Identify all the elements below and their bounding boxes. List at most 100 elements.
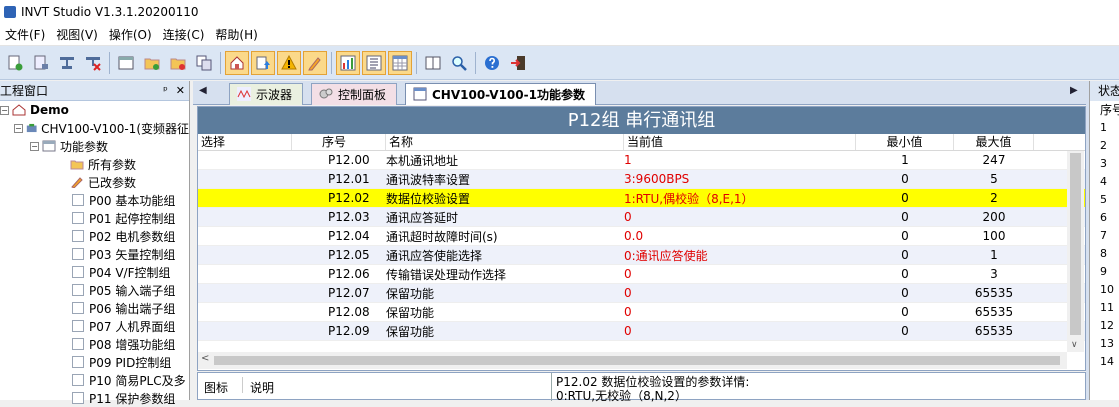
tree-item-label: P09 PID控制组 bbox=[89, 355, 172, 370]
row-value[interactable]: 0.0 bbox=[624, 229, 856, 243]
collapse-icon[interactable]: − bbox=[0, 105, 9, 115]
chart-button[interactable] bbox=[336, 50, 360, 75]
window-icon bbox=[118, 56, 134, 69]
detail-panel: 图标 说明 P12.02 数据位校验设置的参数详情: 0:RTU,无校验（8,N… bbox=[197, 372, 1086, 403]
edit-button[interactable] bbox=[303, 50, 327, 75]
upload-button[interactable] bbox=[251, 50, 275, 75]
row-min: 0 bbox=[901, 305, 909, 319]
row-value[interactable]: 0 bbox=[624, 286, 856, 300]
add-folder-button[interactable] bbox=[140, 51, 164, 75]
tab-oscilloscope[interactable]: 示波器 bbox=[229, 83, 304, 105]
table-row[interactable]: P12.04 通讯超时故障时间(s) 0.0 0 100 bbox=[198, 227, 1085, 246]
collapse-icon[interactable]: − bbox=[30, 141, 39, 151]
row-value[interactable]: 0 bbox=[624, 305, 856, 319]
warning-button[interactable] bbox=[277, 50, 301, 75]
tree-item-group[interactable]: P08 增强功能组 bbox=[0, 335, 189, 353]
disconnect-button[interactable] bbox=[81, 51, 105, 75]
tree-item-label: 所有参数 bbox=[88, 157, 137, 172]
row-value[interactable]: 1 bbox=[624, 153, 856, 167]
tree-item-group[interactable]: P09 PID控制组 bbox=[0, 353, 189, 371]
tab-function-params[interactable]: CHV100-V100-1功能参数 bbox=[405, 83, 596, 105]
home-button[interactable] bbox=[225, 50, 249, 75]
menu-file[interactable]: 文件(F) bbox=[0, 26, 51, 43]
col-max-header[interactable]: 最大值 bbox=[954, 134, 1034, 150]
list-button[interactable] bbox=[362, 50, 386, 75]
tree-item-group[interactable]: P03 矢量控制组 bbox=[0, 245, 189, 263]
menu-view[interactable]: 视图(V) bbox=[51, 26, 104, 43]
connect-button[interactable] bbox=[55, 51, 79, 75]
row-value[interactable]: 3:9600BPS bbox=[624, 172, 856, 186]
tree-item-group[interactable]: P05 输入端子组 bbox=[0, 281, 189, 299]
tree-node-root[interactable]: − Demo bbox=[0, 101, 189, 119]
open-project-button[interactable] bbox=[29, 51, 53, 75]
book-icon bbox=[425, 56, 441, 69]
scroll-thumb[interactable] bbox=[214, 356, 1060, 365]
horizontal-scrollbar[interactable]: < bbox=[198, 352, 1067, 369]
row-value[interactable]: 1:RTU,偶校验（8,E,1） bbox=[624, 190, 856, 207]
menu-connect[interactable]: 连接(C) bbox=[158, 26, 211, 43]
tab-scroll-right-icon[interactable]: ▶ bbox=[1070, 85, 1078, 96]
table-row[interactable]: P12.06 传输错误处理动作选择 0 0 3 bbox=[198, 265, 1085, 284]
tree-item-group[interactable]: P02 电机参数组 bbox=[0, 227, 189, 245]
window-button[interactable] bbox=[114, 51, 138, 75]
tree-item-group[interactable]: P10 简易PLC及多 bbox=[0, 371, 189, 389]
scroll-thumb[interactable] bbox=[1070, 153, 1081, 335]
table-row[interactable]: P12.01 通讯波特率设置 3:9600BPS 0 5 bbox=[198, 170, 1085, 189]
table-row[interactable]: P12.00 本机通讯地址 1 1 247 bbox=[198, 151, 1085, 170]
book-button[interactable] bbox=[421, 51, 445, 75]
col-min-header[interactable]: 最小值 bbox=[856, 134, 954, 150]
row-value[interactable]: 0 bbox=[624, 324, 856, 338]
close-icon[interactable]: ✕ bbox=[176, 84, 185, 97]
exit-button[interactable] bbox=[506, 51, 530, 75]
table-row[interactable]: P12.05 通讯应答使能选择 0:通讯应答使能 0 1 bbox=[198, 246, 1085, 265]
row-name: 通讯应答延时 bbox=[386, 210, 459, 225]
tree-item-group[interactable]: P01 起停控制组 bbox=[0, 209, 189, 227]
table-row[interactable]: P12.07 保留功能 0 0 65535 bbox=[198, 284, 1085, 303]
tree-item-all-params[interactable]: 所有参数 bbox=[0, 155, 189, 173]
app-icon bbox=[4, 6, 16, 18]
new-project-button[interactable] bbox=[3, 51, 27, 75]
toolbar bbox=[0, 46, 1119, 80]
col-select-header[interactable]: 选择 bbox=[198, 134, 292, 150]
status-row-number: 6 bbox=[1100, 211, 1107, 224]
tree-item-group[interactable]: P07 人机界面组 bbox=[0, 317, 189, 335]
search-button[interactable] bbox=[447, 51, 471, 75]
tree-item-group[interactable]: P06 输出端子组 bbox=[0, 299, 189, 317]
tree-node-device[interactable]: − CHV100-V100-1(变频器征 bbox=[0, 119, 189, 137]
tree-item-group[interactable]: P00 基本功能组 bbox=[0, 191, 189, 209]
menu-operate[interactable]: 操作(O) bbox=[104, 26, 158, 43]
tree-node-params[interactable]: − 功能参数 bbox=[0, 137, 189, 155]
tree-item-changed-params[interactable]: 已改参数 bbox=[0, 173, 189, 191]
collapse-icon[interactable]: − bbox=[14, 123, 23, 133]
status-row-number: 2 bbox=[1100, 139, 1107, 152]
status-row-number: 14 bbox=[1100, 355, 1114, 368]
remove-folder-button[interactable] bbox=[166, 51, 190, 75]
table-button[interactable] bbox=[388, 50, 412, 75]
document-tabs: ◀ 示波器 控制面板 CHV100-V100-1功能参数 bbox=[193, 81, 1086, 105]
scroll-left-icon[interactable]: < bbox=[201, 353, 209, 364]
scroll-down-icon[interactable]: ∨ bbox=[1071, 340, 1078, 350]
table-row[interactable]: P12.03 通讯应答延时 0 0 200 bbox=[198, 208, 1085, 227]
col-index-header[interactable]: 序号 bbox=[292, 134, 386, 150]
row-value[interactable]: 0 bbox=[624, 210, 856, 224]
tree-folder-label: 功能参数 bbox=[60, 139, 109, 154]
table-row-selected[interactable]: P12.02 数据位校验设置 1:RTU,偶校验（8,E,1） 0 2 bbox=[198, 189, 1085, 208]
copy-button[interactable] bbox=[192, 51, 216, 75]
table-row[interactable]: P12.08 保留功能 0 0 65535 bbox=[198, 303, 1085, 322]
tree-item-group[interactable]: P04 V/F控制组 bbox=[0, 263, 189, 281]
col-name-header[interactable]: 名称 bbox=[386, 134, 624, 150]
pin-icon[interactable]: ᵖ bbox=[163, 84, 168, 97]
tab-scroll-left-icon[interactable]: ◀ bbox=[199, 85, 207, 96]
legend-list: 图标 说明 bbox=[198, 373, 552, 401]
toolbar-separator bbox=[416, 51, 417, 74]
param-grid: 选择 序号 名称 当前值 最小值 最大值 P12.00 本机通讯地址 1 1 2… bbox=[198, 134, 1085, 341]
vertical-scrollbar[interactable]: ∨ bbox=[1067, 151, 1084, 352]
tree-item-group[interactable]: P11 保护参数组 bbox=[0, 389, 189, 407]
row-value[interactable]: 0 bbox=[624, 267, 856, 281]
help-button[interactable] bbox=[480, 51, 504, 75]
row-value[interactable]: 0:通讯应答使能 bbox=[624, 247, 856, 264]
menu-help[interactable]: 帮助(H) bbox=[210, 26, 263, 43]
tab-control-panel[interactable]: 控制面板 bbox=[311, 83, 398, 105]
table-row[interactable]: P12.09 保留功能 0 0 65535 bbox=[198, 322, 1085, 341]
col-value-header[interactable]: 当前值 bbox=[624, 134, 856, 150]
